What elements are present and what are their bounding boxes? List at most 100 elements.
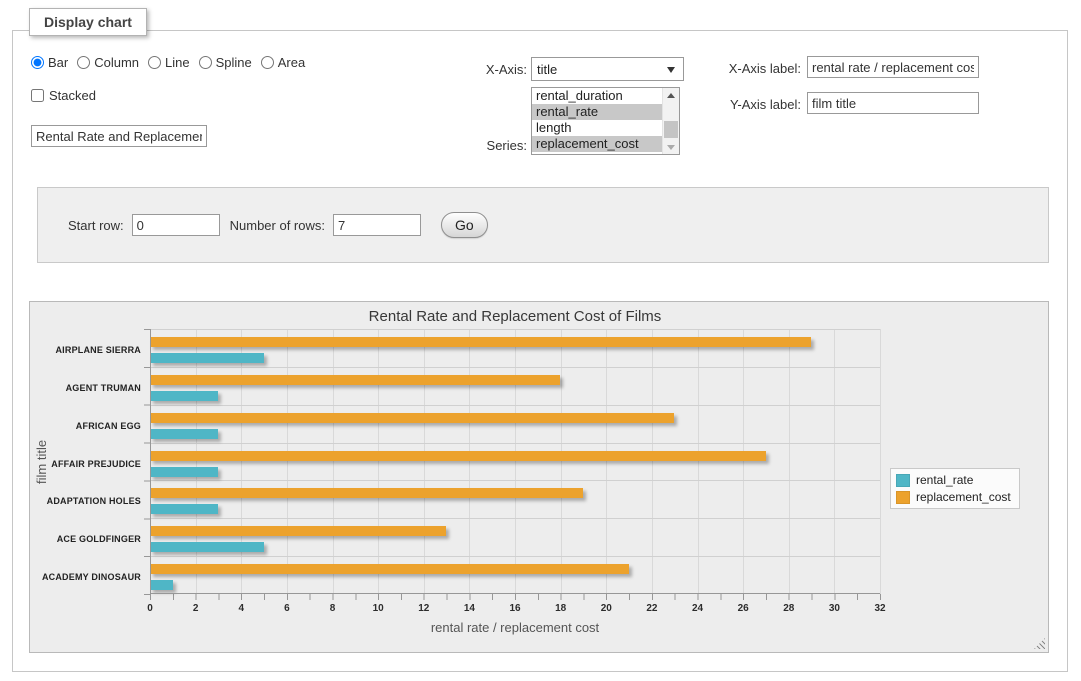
scrollbar-up-icon[interactable] — [663, 88, 679, 102]
chart-type-option-label: Line — [165, 55, 190, 70]
x-axis-title: rental rate / replacement cost — [150, 620, 880, 635]
vertical-gridline — [515, 329, 516, 594]
vertical-gridline — [880, 329, 881, 594]
bar-replacement_cost — [150, 564, 629, 574]
y-axis-line — [150, 329, 151, 594]
x-axis-label-field[interactable] — [807, 56, 979, 78]
y-category-label: AGENT TRUMAN — [66, 383, 141, 393]
vertical-gridline — [241, 329, 242, 594]
y-axis-label-field[interactable] — [807, 92, 979, 114]
x-axis-select[interactable]: title — [531, 57, 684, 81]
scrollbar-thumb[interactable] — [664, 121, 678, 138]
series-option-rental_rate[interactable]: rental_rate — [532, 104, 662, 120]
num-rows-input[interactable] — [333, 214, 421, 236]
series-option-length[interactable]: length — [532, 120, 662, 136]
y-category-label: ADAPTATION HOLES — [47, 496, 141, 506]
x-tick-label: 0 — [147, 603, 153, 614]
chevron-down-icon — [667, 67, 675, 73]
category-separator — [150, 367, 880, 368]
bar-rental_rate — [150, 353, 264, 363]
chart-type-radio-bar[interactable] — [31, 56, 44, 69]
stacked-checkbox[interactable] — [31, 89, 44, 102]
chart-type-radios: Bar Column Line Spline Area — [31, 55, 305, 70]
series-option-rental_duration[interactable]: rental_duration — [532, 88, 662, 104]
x-axis-ticks — [150, 594, 881, 600]
chart-title-input[interactable] — [31, 125, 207, 147]
y-category-label: ACE GOLDFINGER — [57, 534, 141, 544]
plot-area — [150, 329, 880, 594]
chart-type-radio-line[interactable] — [148, 56, 161, 69]
chart-type-option-line[interactable]: Line — [148, 55, 190, 70]
chart-type-option-label: Bar — [48, 55, 68, 70]
panel-legend: Display chart — [29, 8, 147, 36]
y-category-label: AFFAIR PREJUDICE — [51, 459, 141, 469]
x-tick-label: 10 — [373, 603, 384, 614]
category-separator — [150, 405, 880, 406]
x-axis-select-label: X-Axis: — [473, 62, 527, 77]
x-tick-label: 12 — [418, 603, 429, 614]
x-tick-label: 18 — [555, 603, 566, 614]
category-separator — [150, 480, 880, 481]
vertical-gridline — [606, 329, 607, 594]
legend-item-replacement_cost[interactable]: replacement_cost — [896, 490, 1011, 504]
vertical-gridline — [561, 329, 562, 594]
x-axis-label-text: X-Axis label: — [711, 61, 801, 76]
chart-legend: rental_rate replacement_cost — [890, 468, 1020, 509]
bar-rental_rate — [150, 580, 173, 590]
legend-item-rental_rate[interactable]: rental_rate — [896, 473, 1011, 487]
y-axis-labels: AIRPLANE SIERRAAGENT TRUMANAFRICAN EGGAF… — [30, 329, 150, 594]
chart-container: Rental Rate and Replacement Cost of Film… — [29, 301, 1049, 653]
scrollbar-track[interactable] — [662, 88, 679, 154]
series-options: rental_durationrental_ratelengthreplacem… — [532, 88, 662, 154]
vertical-gridline — [698, 329, 699, 594]
bar-replacement_cost — [150, 451, 766, 461]
legend-label: rental_rate — [916, 473, 973, 487]
scrollbar-down-icon[interactable] — [663, 140, 679, 154]
category-separator — [150, 443, 880, 444]
y-category-label: ACADEMY DINOSAUR — [42, 572, 141, 582]
chart-title: Rental Rate and Replacement Cost of Film… — [150, 308, 880, 325]
series-option-replacement_cost[interactable]: replacement_cost — [532, 136, 662, 152]
x-tick-label: 24 — [692, 603, 703, 614]
legend-swatch — [896, 491, 910, 504]
x-tick-label: 20 — [601, 603, 612, 614]
chart-type-option-spline[interactable]: Spline — [199, 55, 252, 70]
x-tick-label: 32 — [874, 603, 885, 614]
chart-type-radio-area[interactable] — [261, 56, 274, 69]
num-rows-label: Number of rows: — [230, 218, 325, 233]
series-listbox[interactable]: rental_durationrental_ratelengthreplacem… — [531, 87, 680, 155]
chart-type-option-area[interactable]: Area — [261, 55, 305, 70]
vertical-gridline — [333, 329, 334, 594]
y-axis-label-text: Y-Axis label: — [711, 97, 801, 112]
start-row-label: Start row: — [68, 218, 124, 233]
bar-rental_rate — [150, 467, 218, 477]
bar-replacement_cost — [150, 375, 560, 385]
stacked-option[interactable]: Stacked — [31, 88, 96, 103]
resize-handle-icon[interactable] — [1034, 638, 1045, 649]
bar-rental_rate — [150, 391, 218, 401]
x-tick-label: 22 — [646, 603, 657, 614]
chart-type-option-label: Column — [94, 55, 139, 70]
category-separator — [150, 518, 880, 519]
legend-swatch — [896, 474, 910, 487]
start-row-input[interactable] — [132, 214, 220, 236]
go-button[interactable]: Go — [441, 212, 488, 238]
chart-type-radio-column[interactable] — [77, 56, 90, 69]
bar-rental_rate — [150, 504, 218, 514]
bar-replacement_cost — [150, 413, 674, 423]
x-tick-label: 6 — [284, 603, 290, 614]
vertical-gridline — [789, 329, 790, 594]
chart-type-radio-spline[interactable] — [199, 56, 212, 69]
chart-type-option-bar[interactable]: Bar — [31, 55, 68, 70]
x-tick-labels: 02468101214161820222426283032 — [150, 603, 880, 617]
bar-replacement_cost — [150, 488, 583, 498]
x-tick-label: 4 — [238, 603, 244, 614]
x-tick-label: 26 — [738, 603, 749, 614]
vertical-gridline — [834, 329, 835, 594]
vertical-gridline — [378, 329, 379, 594]
bar-rental_rate — [150, 429, 218, 439]
x-tick-label: 16 — [509, 603, 520, 614]
category-separator — [150, 556, 880, 557]
chart-type-option-column[interactable]: Column — [77, 55, 139, 70]
vertical-gridline — [196, 329, 197, 594]
